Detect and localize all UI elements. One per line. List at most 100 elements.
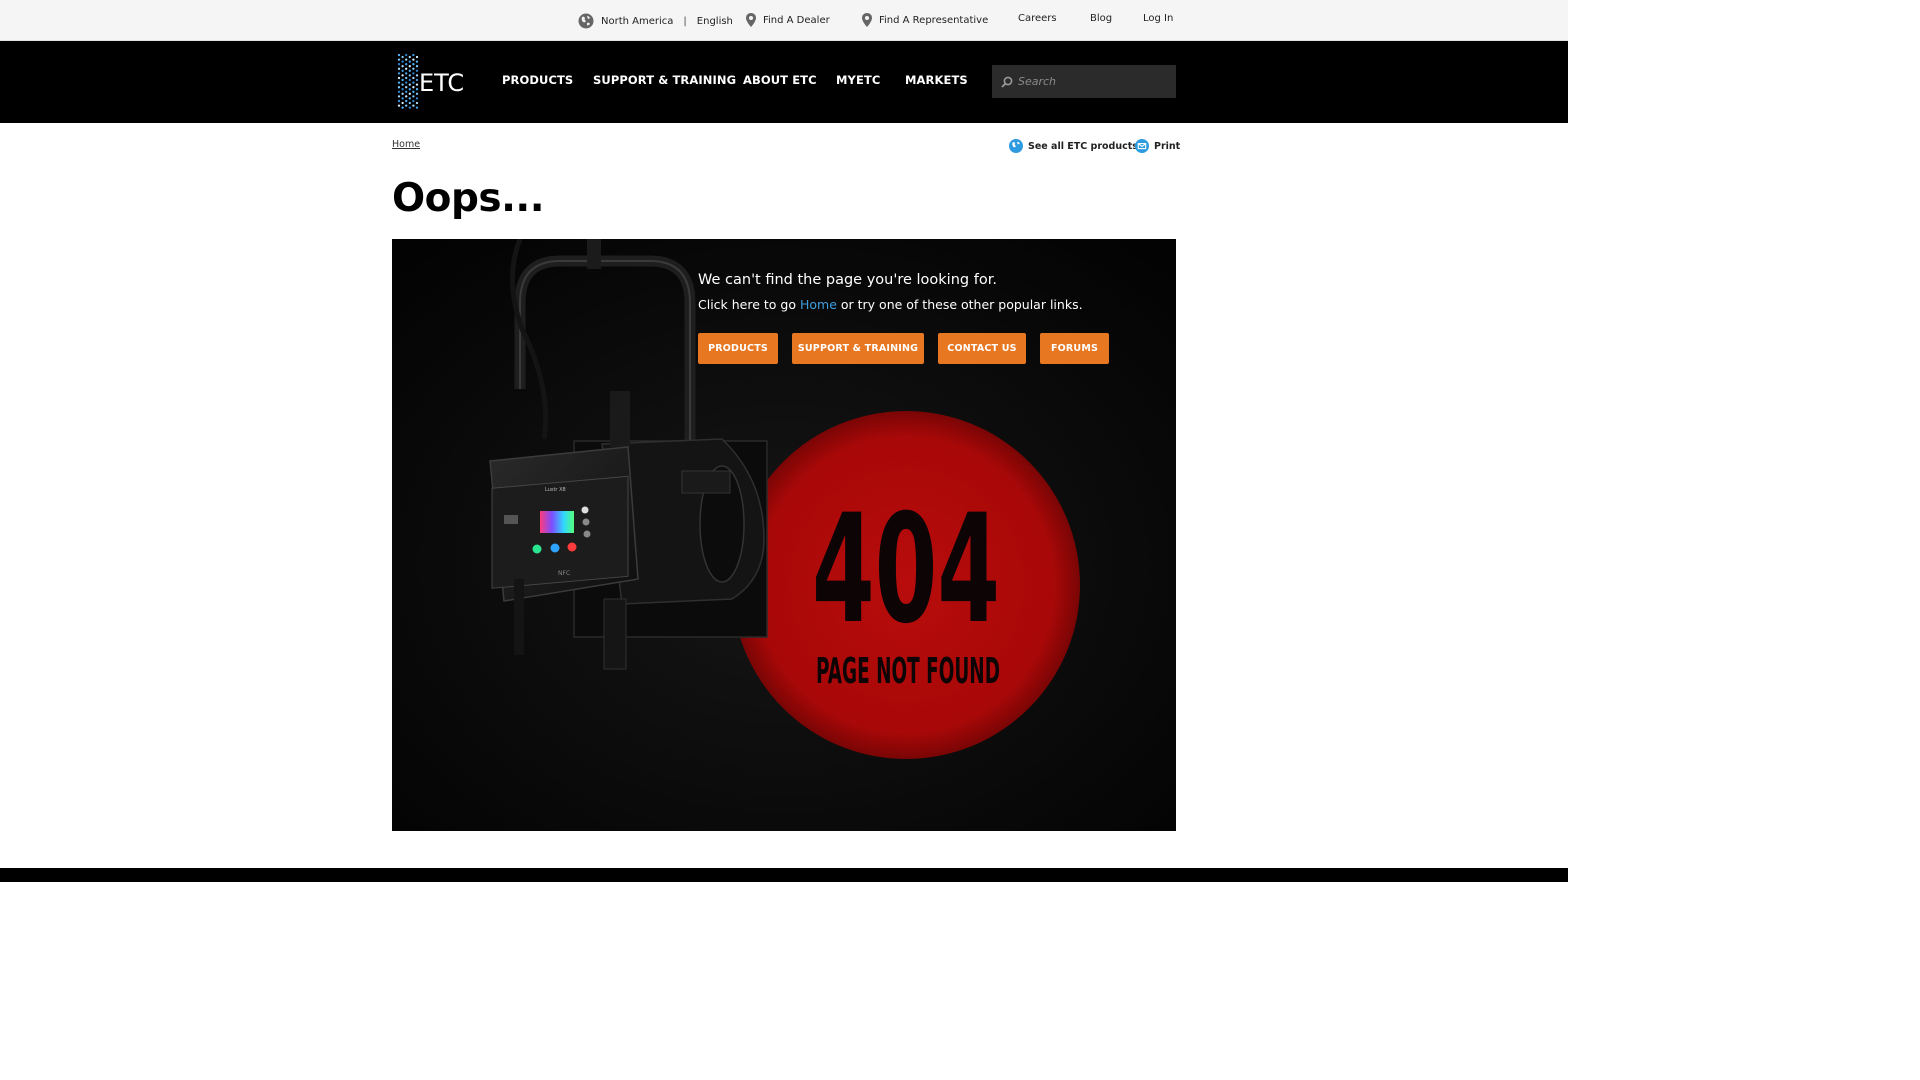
logo-led-dot (415, 101, 419, 105)
support-training-button[interactable]: SUPPORT & TRAINING (792, 333, 924, 364)
error-hero: Lustr X8 NFC 404 PAGE NOT FOUND We can't… (392, 239, 1176, 831)
logo-led-dot (401, 88, 404, 91)
region-label: North America (601, 15, 674, 27)
print-label: Print (1154, 140, 1181, 152)
logo-led-dot (405, 95, 408, 98)
logo-led-dot (408, 65, 411, 68)
logo-led-dot (415, 88, 419, 91)
fixture-port (504, 515, 518, 524)
logo-led-dot (412, 81, 415, 84)
logo-led-dot (401, 69, 404, 72)
help-text-after: or try one of these other popular links. (836, 297, 1083, 312)
logo-led-dot (412, 90, 415, 93)
logo-led-dot (412, 53, 415, 57)
nav-markets[interactable]: MARKETS (905, 73, 968, 87)
logo-led-dot (415, 69, 419, 72)
fixture-button-red (567, 542, 577, 552)
fixture-lower-bracket (603, 598, 627, 670)
logo-led-dot (401, 101, 404, 105)
logo-led-dot (415, 74, 419, 77)
products-button[interactable]: PRODUCTS (698, 333, 778, 364)
fixture-button-grey (582, 518, 590, 526)
logo-led-dot (401, 106, 404, 109)
forums-button[interactable]: FORUMS (1040, 333, 1109, 364)
logo-led-dot (405, 99, 408, 103)
fixture-button-white (581, 506, 589, 514)
email-icon (1135, 139, 1149, 153)
logo-led-dot (415, 78, 419, 82)
careers-link[interactable]: Careers (1018, 13, 1057, 24)
not-found-headline: We can't find the page you're looking fo… (698, 272, 997, 288)
logo-led-dot (401, 78, 404, 82)
logo-led-dot (415, 106, 419, 109)
find-dealer-link[interactable]: Find A Dealer (746, 13, 830, 27)
logo-led-dot (401, 83, 404, 86)
logo-led-dot (405, 86, 408, 89)
fixture-nfc-label: NFC (558, 570, 570, 577)
contact-us-button[interactable]: CONTACT US (938, 333, 1026, 364)
nav-products[interactable]: PRODUCTS (502, 73, 573, 87)
fixture-button-grey-2 (583, 530, 591, 538)
hero-artwork: Lustr X8 NFC 404 PAGE NOT FOUND (392, 239, 1176, 831)
logo-led-dot (401, 74, 404, 77)
logo-led-dot (408, 55, 411, 59)
logo-led-dot (405, 104, 408, 107)
breadcrumb-home[interactable]: Home (392, 139, 420, 150)
logo-led-dot (405, 72, 408, 75)
logo-led-dot (412, 63, 415, 66)
logo-led-dot (405, 53, 408, 57)
help-text-before: Click here to go (698, 297, 800, 312)
see-all-products-link[interactable]: See all ETC products (1009, 139, 1138, 153)
language-label: English (696, 15, 733, 27)
utility-bar: North America | English Find A Dealer Fi… (0, 0, 1568, 41)
error-code: 404 (812, 483, 1000, 657)
fixture-stand-leg (514, 579, 524, 655)
search-input[interactable] (1018, 75, 1168, 88)
logo-led-dot (408, 88, 411, 91)
nav-support-training[interactable]: SUPPORT & TRAINING (593, 73, 736, 87)
blog-link[interactable]: Blog (1090, 13, 1112, 24)
logo-led-dot (412, 99, 415, 103)
logo-led-dot (408, 60, 411, 63)
logo-led-dot (397, 86, 401, 89)
see-all-products-label: See all ETC products (1028, 140, 1138, 152)
nav-myetc[interactable]: MYETC (836, 73, 880, 87)
logo-led-dot (412, 67, 415, 70)
logo-led-dot (408, 83, 411, 86)
logo-led-dot (408, 74, 411, 77)
footer-strip (0, 868, 1568, 882)
logo-led-dot (415, 55, 419, 59)
etc-logo-mark: ETC (397, 53, 464, 109)
etc-logo[interactable]: ETC (395, 49, 473, 115)
logo-led-dot (408, 101, 411, 105)
find-representative-link[interactable]: Find A Representative (862, 13, 988, 27)
logo-led-dot (397, 104, 401, 107)
region-language-selector[interactable]: North America | English (578, 13, 733, 29)
logo-led-dot (397, 81, 401, 84)
login-link[interactable]: Log In (1143, 13, 1173, 24)
logo-led-dot (415, 97, 419, 100)
map-pin-icon (862, 13, 872, 27)
logo-led-dot (397, 95, 401, 98)
logo-led-dot (397, 63, 401, 66)
logo-led-dot (401, 92, 404, 95)
fixture-clamp (587, 239, 601, 269)
logo-led-dot (405, 58, 408, 61)
logo-led-dot (412, 104, 415, 107)
home-link[interactable]: Home (800, 297, 837, 312)
region-separator: | (683, 15, 687, 27)
print-link[interactable]: Print (1135, 139, 1180, 153)
fixture-button-blue (550, 543, 560, 553)
logo-led-dot (405, 90, 408, 93)
logo-led-dot (397, 72, 401, 75)
search-icon[interactable] (1001, 76, 1013, 88)
fixture-button-green (532, 544, 542, 554)
logo-led-dot (412, 76, 415, 80)
logo-led-dot (412, 86, 415, 89)
main-navigation: ETC PRODUCTS SUPPORT & TRAINING ABOUT ET… (0, 41, 1568, 123)
logo-led-dot (401, 65, 404, 68)
logo-led-dot (408, 97, 411, 100)
logo-led-dot (397, 76, 401, 80)
nav-about-etc[interactable]: ABOUT ETC (743, 73, 817, 87)
map-pin-icon (746, 13, 756, 27)
